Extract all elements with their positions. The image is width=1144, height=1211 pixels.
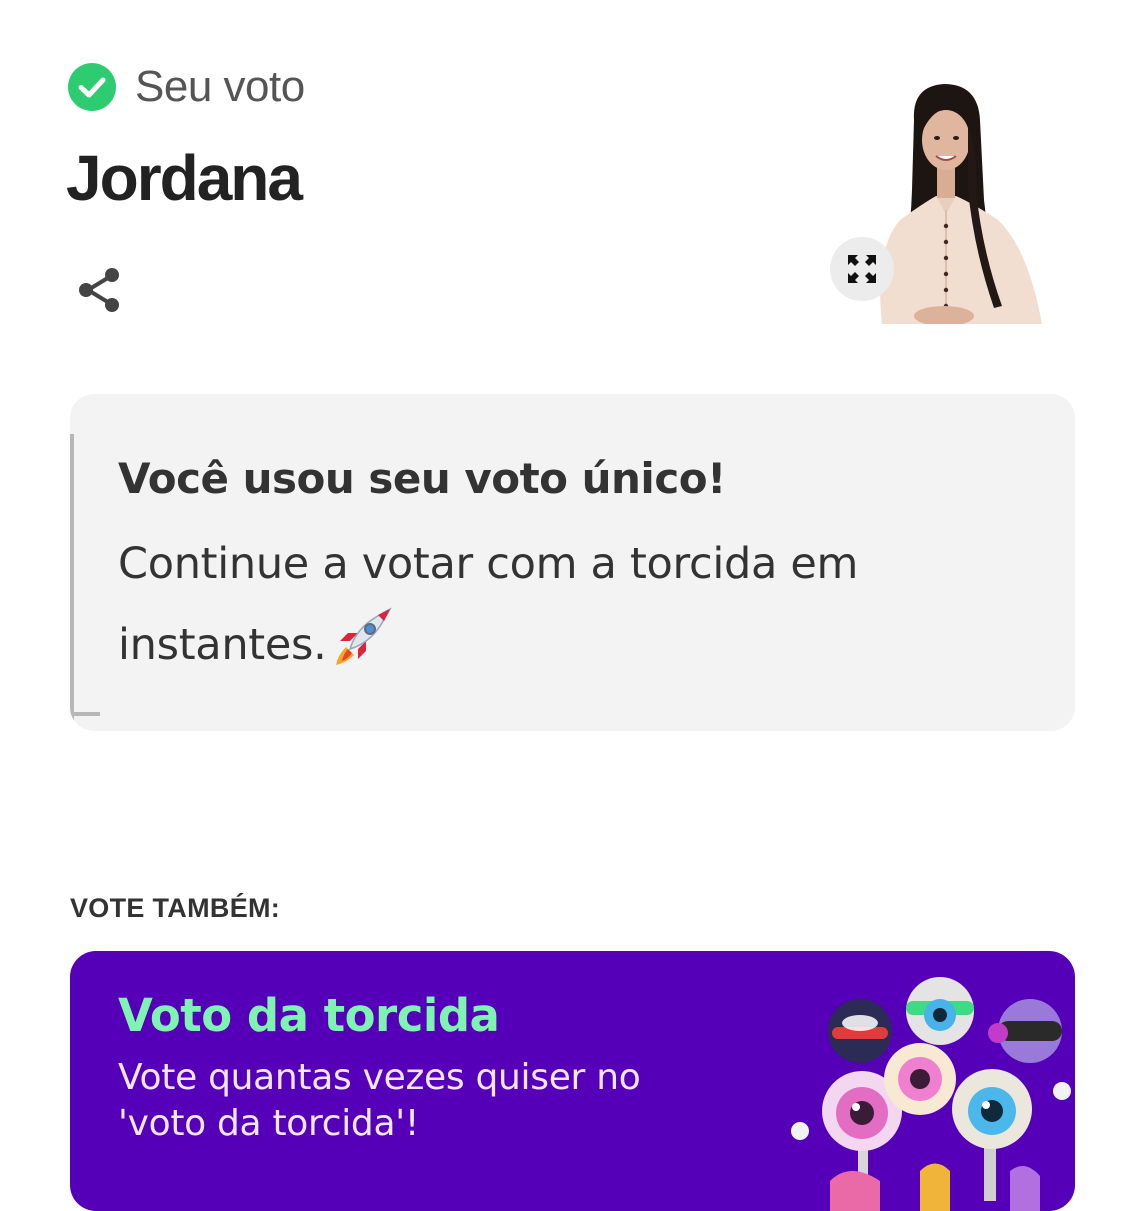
vote-status: Seu voto [68,62,305,112]
share-icon [79,268,119,312]
promo-title: Voto da torcida [118,989,500,1042]
mascots-illustration [791,977,1071,1211]
vote-also-label: VOTE TAMBÉM: [70,893,281,923]
expand-icon [848,255,876,283]
candidate-name: Jordana [66,142,303,214]
info-card: Você usou seu voto único! Continue a vot… [70,394,1075,731]
info-card-accent [70,434,74,731]
vote-status-label: Seu voto [135,62,305,111]
info-card-accent-foot [70,712,100,716]
expand-photo-button[interactable] [830,237,894,301]
rocket-icon [336,607,393,665]
voto-da-torcida-card[interactable]: Voto da torcida Vote quantas vezes quise… [70,951,1075,1211]
share-button[interactable] [72,262,128,318]
info-card-text: Continue a votar com a torcida em instan… [118,524,938,686]
info-card-title: Você usou seu voto único! [118,454,726,503]
promo-text: Vote quantas vezes quiser no 'voto da to… [118,1057,641,1144]
check-circle-icon [68,63,116,111]
info-card-message: Continue a votar com a torcida em instan… [118,539,859,670]
